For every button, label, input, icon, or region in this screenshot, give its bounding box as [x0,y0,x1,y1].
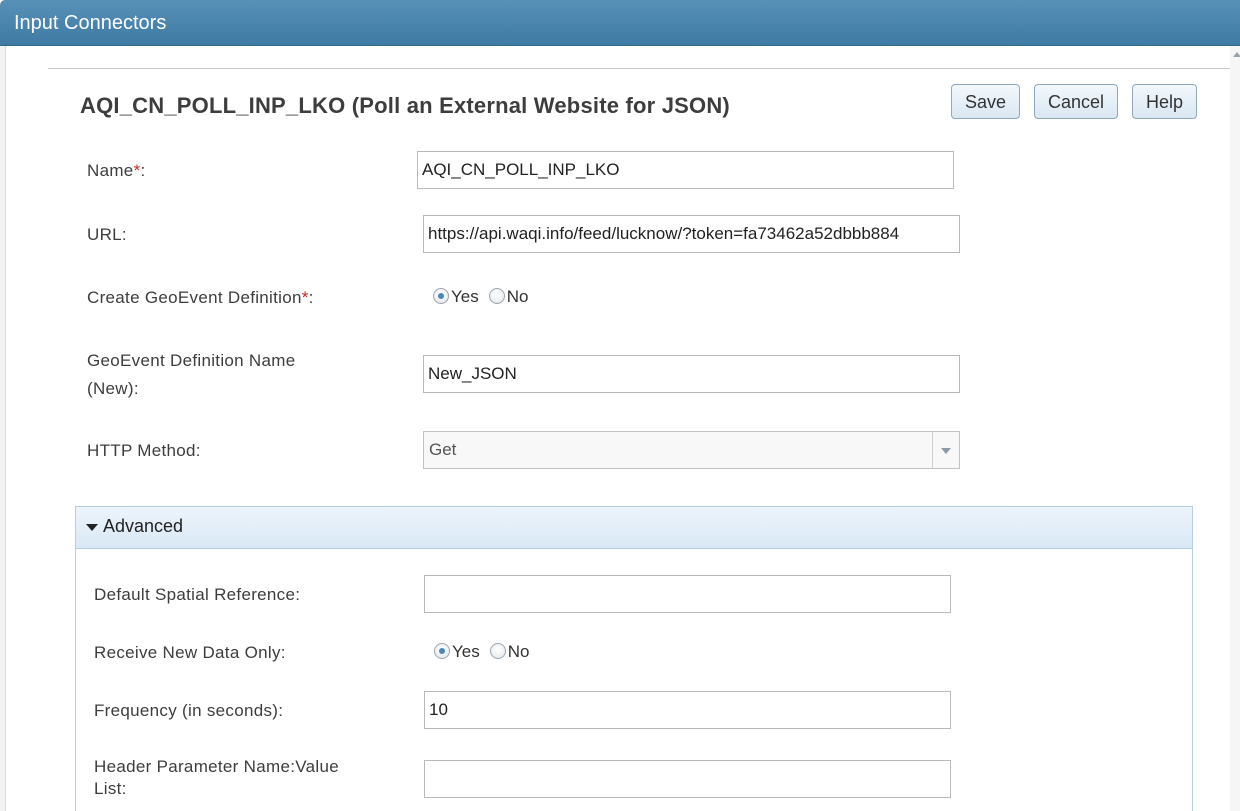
page-title: AQI_CN_POLL_INP_LKO (Poll an External We… [80,93,730,118]
scroll-up-icon[interactable] [1233,52,1240,57]
url-field[interactable]: https://api.waqi.info/feed/lucknow/?toke… [423,215,960,253]
http-method-dropdown-button[interactable] [932,432,959,468]
advanced-panel: Advanced Default Spatial Reference: Rece… [75,506,1193,811]
left-edge-shadow [0,46,6,811]
cancel-button[interactable]: Cancel [1034,84,1118,119]
frequency-field[interactable]: 10 [424,691,951,729]
create-geoevent-yes-label[interactable]: Yes [451,287,479,306]
default-spatial-reference-label: Default Spatial Reference: [94,585,301,604]
header-parameter-list-field[interactable] [424,760,951,798]
create-geoevent-no-radio[interactable] [488,288,505,304]
http-method-selected-value: Get [429,440,457,459]
window-titlebar[interactable]: Input Connectors [0,0,1240,46]
name-label: Name*: [87,161,146,180]
vertical-scrollbar[interactable] [1230,46,1240,811]
caret-down-icon[interactable] [86,524,98,531]
input-connectors-dialog: Input Connectors AQI_CN_POLL_INP_LKO (Po… [0,0,1240,811]
receive-new-data-yes-radio[interactable] [434,643,450,659]
geoevent-definition-name-label: GeoEvent Definition Name (New): [87,351,296,398]
url-label: URL: [87,225,127,244]
advanced-panel-header[interactable]: Advanced [76,507,1192,549]
receive-new-data-only-radio-group: Yes No [434,642,539,666]
create-geoevent-yes-radio[interactable] [433,288,449,304]
http-method-label: HTTP Method: [87,441,201,460]
receive-new-data-no-radio[interactable] [489,643,506,659]
create-geoevent-no-label[interactable]: No [507,287,529,306]
name-field[interactable]: AQI_CN_POLL_INP_LKO [417,151,954,189]
create-geoevent-definition-label: Create GeoEvent Definition*: [87,288,314,307]
frequency-label: Frequency (in seconds): [94,701,284,720]
required-asterisk: * [301,288,309,307]
save-button[interactable]: Save [951,84,1020,119]
geoevent-definition-name-field[interactable]: New_JSON [423,355,960,393]
content-divider [48,68,1230,69]
receive-new-data-no-label[interactable]: No [508,642,530,661]
receive-new-data-yes-label[interactable]: Yes [452,642,480,661]
help-button[interactable]: Help [1132,84,1197,119]
default-spatial-reference-field[interactable] [424,575,951,613]
chevron-down-icon [941,448,951,454]
header-parameter-list-label: Header Parameter Name:Value List: [94,757,339,798]
window-title: Input Connectors [14,12,167,34]
create-geoevent-definition-radio-group: Yes No [433,287,538,311]
receive-new-data-only-label: Receive New Data Only: [94,643,286,662]
advanced-panel-title[interactable]: Advanced [103,516,183,537]
http-method-select[interactable]: Get [423,431,960,469]
